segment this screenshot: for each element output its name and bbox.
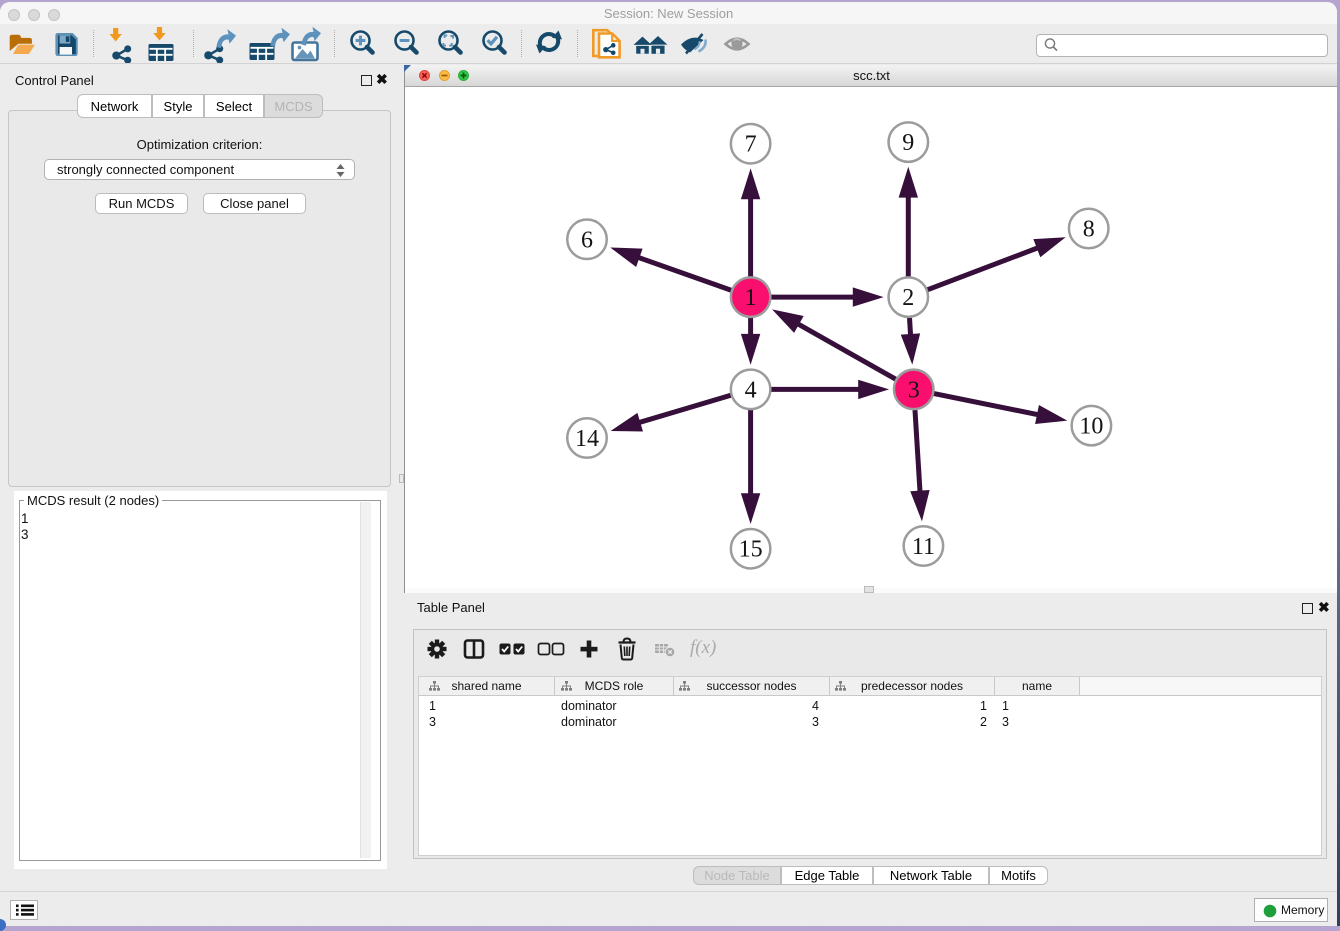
svg-text:14: 14 (575, 426, 599, 452)
svg-text:4: 4 (745, 377, 757, 403)
svg-text:7: 7 (745, 132, 757, 158)
svg-text:1: 1 (745, 285, 757, 311)
svg-text:8: 8 (1083, 217, 1095, 243)
svg-text:9: 9 (902, 130, 914, 156)
svg-text:15: 15 (739, 537, 763, 563)
svg-text:11: 11 (912, 534, 935, 560)
svg-text:10: 10 (1079, 414, 1103, 440)
svg-text:3: 3 (908, 377, 920, 403)
svg-text:2: 2 (902, 285, 914, 311)
svg-text:6: 6 (581, 227, 593, 253)
